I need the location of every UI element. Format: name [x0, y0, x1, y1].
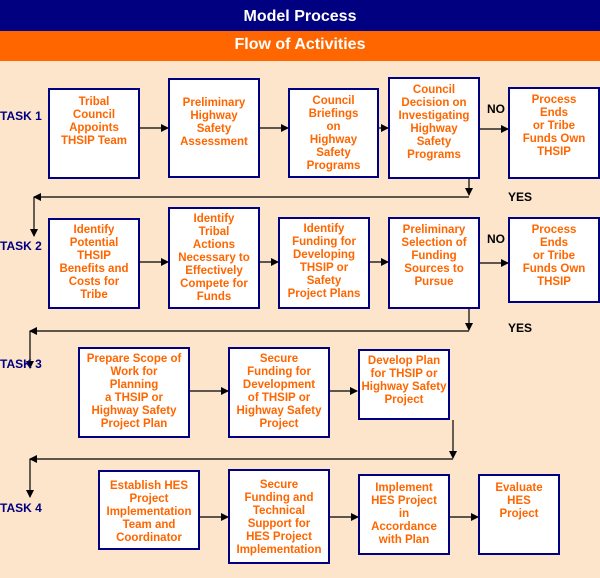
decision-no-label-2: NO	[487, 232, 505, 246]
task-1-label: TASK 1	[0, 109, 42, 123]
task2-box-identify-actions: Identify Tribal Actions Necessary to Eff…	[168, 207, 260, 309]
task2-box-identify-funding: Identify Funding for Developing THSIP or…	[278, 217, 370, 309]
task3-box-secure-funding: Secure Funding for Development of THSIP …	[228, 347, 330, 438]
task4-box-establish-team: Establish HES Project Implementation Tea…	[98, 470, 200, 550]
task3-box-prepare-scope: Prepare Scope of Work for Planning a THS…	[78, 347, 190, 438]
task1-box-preliminary-assessment: Preliminary Highway Safety Assessment	[168, 78, 260, 178]
task2-box-preliminary-selection: Preliminary Selection of Funding Sources…	[388, 217, 480, 309]
task4-box-evaluate: Evaluate HES Project	[478, 474, 560, 555]
task4-box-secure-funding-support: Secure Funding and Technical Support for…	[228, 469, 330, 564]
task-3-label: TASK 3	[0, 357, 42, 371]
task4-box-implement: Implement HES Project in Accordance with…	[358, 474, 450, 555]
task1-box-appoint-team: Tribal Council Appoints THSIP Team	[48, 88, 140, 179]
task2-box-process-ends: Process Ends or Tribe Funds Own THSIP	[508, 217, 600, 303]
task3-box-develop-plan: Develop Plan for THSIP or Highway Safety…	[358, 349, 450, 420]
decision-no-label-1: NO	[487, 102, 505, 116]
task1-box-process-ends: Process Ends or Tribe Funds Own THSIP	[508, 87, 600, 179]
task2-box-identify-benefits: Identify Potential THSIP Benefits and Co…	[48, 218, 140, 309]
task1-box-council-decision: Council Decision on Investigating Highwa…	[388, 77, 480, 179]
task-2-label: TASK 2	[0, 239, 42, 253]
task1-box-council-briefings: Council Briefings on Highway Safety Prog…	[288, 88, 379, 178]
decision-yes-label-1: YES	[508, 190, 533, 204]
task-4-label: TASK 4	[0, 501, 42, 515]
decision-yes-label-2: YES	[508, 321, 533, 335]
